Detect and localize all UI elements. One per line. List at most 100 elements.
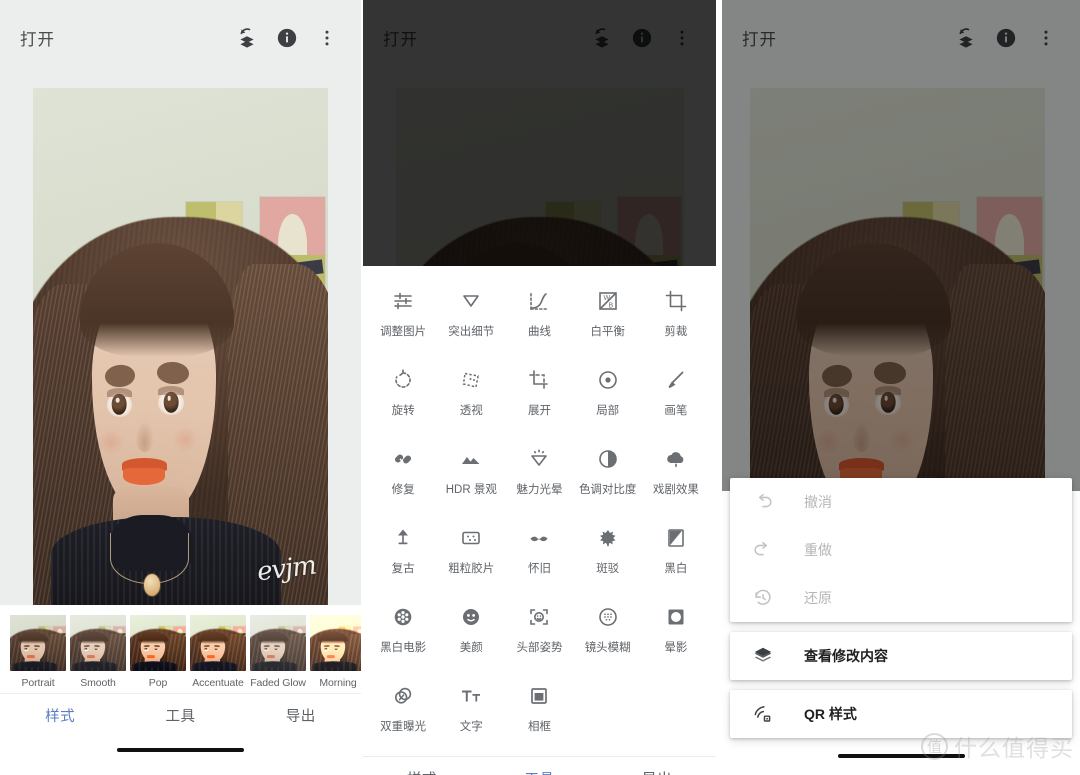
tab-tools[interactable]: 工具 <box>524 768 554 775</box>
tool-label: 晕影 <box>664 642 688 654</box>
layers-icon <box>752 645 782 667</box>
tool-double-exposure[interactable]: 双重曝光 <box>369 675 437 750</box>
tool-vignette[interactable]: 晕影 <box>642 596 710 671</box>
menu-item-undo[interactable]: 撤消 <box>730 478 1072 526</box>
app-title: 打开 <box>20 31 55 49</box>
tool-expand[interactable]: 展开 <box>505 359 573 434</box>
tab-styles[interactable]: 样式 <box>407 768 437 775</box>
stack-rotate-icon[interactable] <box>227 18 267 58</box>
filter-label: Accentuate <box>192 677 244 689</box>
tool-rotate[interactable]: 旋转 <box>369 359 437 434</box>
home-indicator[interactable] <box>837 753 965 759</box>
info-icon[interactable] <box>986 18 1026 58</box>
edited-photo-2[interactable] <box>396 88 684 266</box>
tool-label: 怀旧 <box>527 563 551 575</box>
stack-rotate-icon[interactable] <box>946 18 986 58</box>
tool-retrolux[interactable]: 怀旧 <box>505 517 573 592</box>
menu-group-history: 撤消 重做 还原 <box>730 478 1072 622</box>
filter-item[interactable]: Pop <box>130 615 186 689</box>
overflow-menu-icon[interactable] <box>307 18 347 58</box>
grainy-film-icon <box>458 525 484 551</box>
info-icon[interactable] <box>622 18 662 58</box>
filter-item[interactable]: Accentuate <box>190 615 246 689</box>
filter-item[interactable]: Portrait <box>10 615 66 689</box>
tool-label: 美颜 <box>459 642 483 654</box>
tool-grainy-film[interactable]: 粗粒胶片 <box>437 517 505 592</box>
vignette-icon <box>663 604 689 630</box>
tab-export[interactable]: 导出 <box>642 768 672 775</box>
svg-text:W: W <box>603 295 610 302</box>
info-icon[interactable] <box>267 18 307 58</box>
overflow-menu-icon[interactable] <box>662 18 702 58</box>
tool-label: 突出细节 <box>448 326 495 338</box>
face-beauty-icon <box>458 604 484 630</box>
tool-label: 粗粒胶片 <box>448 563 495 575</box>
svg-text:B: B <box>608 303 613 310</box>
menu-item-redo[interactable]: 重做 <box>730 526 1072 574</box>
necklace-pendant <box>143 573 161 596</box>
tool-brush[interactable]: 画笔 <box>642 359 710 434</box>
filter-strip[interactable]: Portrait Smooth Pop Accentuate Faded Glo… <box>0 605 361 693</box>
menu-item-qr-style[interactable]: QR 样式 <box>730 690 1072 738</box>
healing-icon <box>390 446 416 472</box>
tune-icon <box>390 288 416 314</box>
tab-export[interactable]: 导出 <box>286 705 316 726</box>
revert-icon <box>752 587 782 609</box>
tool-noir[interactable]: 黑白电影 <box>369 596 437 671</box>
lens-blur-icon <box>595 604 621 630</box>
menu-group-view-edits: 查看修改内容 <box>730 632 1072 680</box>
tool-selective[interactable]: 局部 <box>574 359 642 434</box>
menu-item-label: 查看修改内容 <box>804 648 888 664</box>
tool-white-balance[interactable]: WB 白平衡 <box>574 280 642 355</box>
vintage-lamp-icon <box>390 525 416 551</box>
head-pose-icon <box>526 604 552 630</box>
tool-label: 戏剧效果 <box>652 484 699 496</box>
tab-styles[interactable]: 样式 <box>45 705 75 726</box>
tool-perspective[interactable]: 透视 <box>437 359 505 434</box>
tool-tune[interactable]: 调整图片 <box>369 280 437 355</box>
tool-text[interactable]: 文字 <box>437 675 505 750</box>
panel-tools: 打开 调整图片 突出细节 曲线 W B 白平衡 剪裁 旋转 透视 展开 局部 画… <box>363 0 716 775</box>
tool-healing[interactable]: 修复 <box>369 438 437 513</box>
tool-crop[interactable]: 剪裁 <box>642 280 710 355</box>
tool-grunge[interactable]: 斑驳 <box>574 517 642 592</box>
tool-frames[interactable]: 相框 <box>505 675 573 750</box>
panel-styles: 打开 evjm Portrait Smooth Pop Accentuate F… <box>0 0 361 775</box>
tool-curves[interactable]: 曲线 <box>505 280 573 355</box>
stack-rotate-icon[interactable] <box>582 18 622 58</box>
edited-photo-3[interactable] <box>750 88 1045 491</box>
tool-drama[interactable]: 戏剧效果 <box>642 438 710 513</box>
filter-item[interactable]: Faded Glow <box>250 615 306 689</box>
filter-item[interactable]: Smooth <box>70 615 126 689</box>
brush-icon <box>663 367 689 393</box>
edited-photo-1[interactable]: evjm <box>33 88 328 605</box>
tab-tools[interactable]: 工具 <box>165 705 195 726</box>
tool-face-beauty[interactable]: 美颜 <box>437 596 505 671</box>
tool-lens-blur[interactable]: 镜头模糊 <box>574 596 642 671</box>
tool-hdr[interactable]: HDR 景观 <box>437 438 505 513</box>
menu-item-label: QR 样式 <box>804 706 857 722</box>
tool-vintage[interactable]: 复古 <box>369 517 437 592</box>
tool-black-white[interactable]: 黑白 <box>642 517 710 592</box>
home-indicator[interactable] <box>117 747 244 753</box>
menu-item-revert[interactable]: 还原 <box>730 574 1072 622</box>
tool-empty-slot <box>642 675 710 750</box>
tool-details[interactable]: 突出细节 <box>437 280 505 355</box>
tool-label: 白平衡 <box>590 326 625 338</box>
black-white-icon <box>663 525 689 551</box>
menu-item-label: 撤消 <box>804 494 832 510</box>
tool-glamour-glow[interactable]: 魅力光晕 <box>505 438 573 513</box>
tool-tonal-contrast[interactable]: 色调对比度 <box>574 438 642 513</box>
menu-item-view-edits[interactable]: 查看修改内容 <box>730 632 1072 680</box>
tool-label: 展开 <box>527 405 551 417</box>
lips <box>121 457 168 486</box>
tool-head-pose[interactable]: 头部姿势 <box>505 596 573 671</box>
app-bar-3: 打开 <box>722 0 1080 76</box>
panel-overflow-menu: 打开 撤消 重做 还原 查看修改内容 QR 样式 值 什么值得买 <box>722 0 1080 775</box>
overflow-menu-icon[interactable] <box>1026 18 1066 58</box>
selective-icon <box>595 367 621 393</box>
filter-label: Smooth <box>80 677 116 689</box>
retrolux-mustache-icon <box>526 525 552 551</box>
filter-item[interactable]: Morning <box>310 615 361 689</box>
filter-label: Portrait <box>21 677 55 689</box>
